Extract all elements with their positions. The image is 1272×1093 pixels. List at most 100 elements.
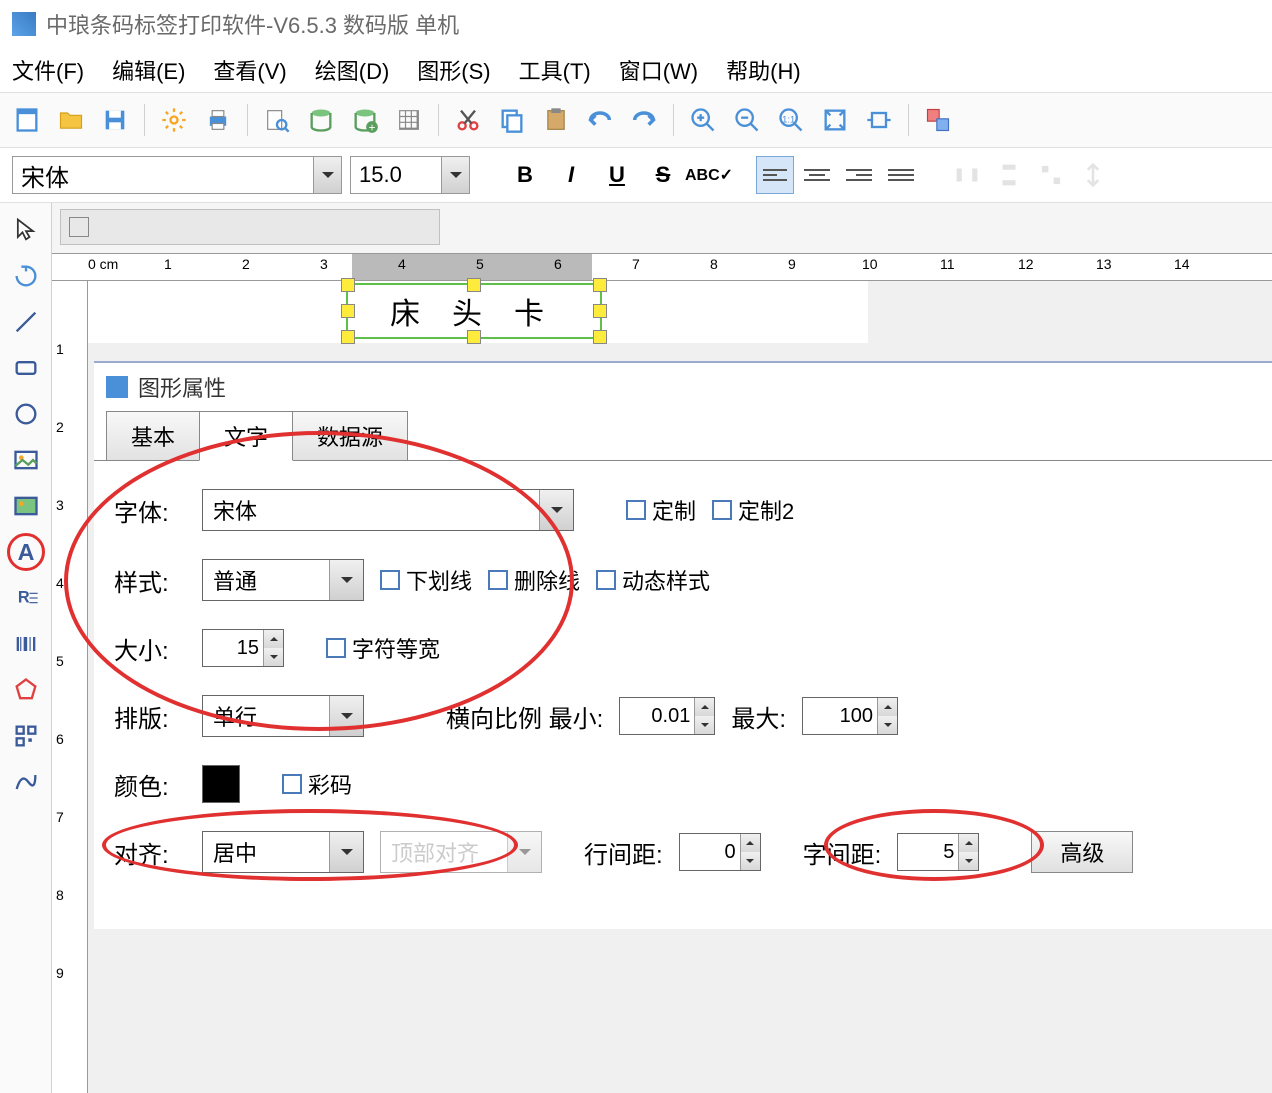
spin-up-icon[interactable]: [264, 630, 283, 648]
custom2-checkbox[interactable]: 定制2: [712, 494, 794, 526]
dropdown-arrow-icon[interactable]: [441, 157, 469, 193]
settings-button[interactable]: [155, 101, 193, 139]
fit-screen-button[interactable]: [816, 101, 854, 139]
preview-button[interactable]: [258, 101, 296, 139]
resize-handle-bl[interactable]: [341, 330, 355, 344]
rect-tool[interactable]: [7, 349, 45, 387]
resize-handle-tm[interactable]: [467, 278, 481, 292]
properties-dialog: 图形属性 基本 文字 数据源 字体: 宋体: [94, 361, 1272, 929]
align-right-button[interactable]: [840, 156, 878, 194]
menu-view[interactable]: 查看(V): [213, 54, 286, 86]
qrcode-tool[interactable]: [7, 717, 45, 755]
tab-datasource[interactable]: 数据源: [292, 411, 408, 461]
polygon-tool[interactable]: [7, 671, 45, 709]
new-doc-button[interactable]: [8, 101, 46, 139]
line-tool[interactable]: [7, 303, 45, 341]
resize-handle-br[interactable]: [593, 330, 607, 344]
image-tool[interactable]: [7, 441, 45, 479]
align-combo[interactable]: 居中: [202, 831, 364, 873]
spin-down-icon[interactable]: [878, 716, 897, 734]
resize-handle-mr[interactable]: [593, 304, 607, 318]
menu-window[interactable]: 窗口(W): [619, 54, 698, 86]
line-spacing-spinner[interactable]: [679, 833, 761, 871]
database-button[interactable]: [302, 101, 340, 139]
menu-draw[interactable]: 绘图(D): [315, 54, 390, 86]
spin-up-icon[interactable]: [959, 834, 978, 852]
color-swatch[interactable]: [202, 765, 240, 803]
align-center-button[interactable]: [798, 156, 836, 194]
print-button[interactable]: [199, 101, 237, 139]
menu-graphic[interactable]: 图形(S): [417, 54, 490, 86]
char-spacing-spinner[interactable]: [897, 833, 979, 871]
spin-up-icon[interactable]: [741, 834, 760, 852]
open-doc-button[interactable]: [52, 101, 90, 139]
resize-handle-bm[interactable]: [467, 330, 481, 344]
document-tab[interactable]: [60, 209, 440, 245]
hratio-min-spinner[interactable]: [619, 697, 715, 735]
font-size-combo[interactable]: 15.0: [350, 156, 470, 194]
spin-down-icon[interactable]: [264, 648, 283, 666]
paste-button[interactable]: [537, 101, 575, 139]
save-doc-button[interactable]: [96, 101, 134, 139]
align-justify-button[interactable]: [882, 156, 920, 194]
barcode-tool[interactable]: [7, 625, 45, 663]
italic-button[interactable]: I: [552, 156, 590, 194]
spellcheck-button[interactable]: ABC✓: [690, 156, 728, 194]
grid-button[interactable]: [390, 101, 428, 139]
resize-handle-ml[interactable]: [341, 304, 355, 318]
size-spinner[interactable]: [202, 629, 284, 667]
cut-button[interactable]: [449, 101, 487, 139]
custom1-checkbox[interactable]: 定制: [626, 494, 696, 526]
undo-button[interactable]: [581, 101, 619, 139]
spin-down-icon[interactable]: [959, 852, 978, 870]
bold-button[interactable]: B: [506, 156, 544, 194]
dropdown-arrow-icon[interactable]: [329, 832, 363, 872]
dropdown-arrow-icon[interactable]: [539, 490, 573, 530]
zoom-reset-button[interactable]: 1:1: [772, 101, 810, 139]
font-name-combo[interactable]: 宋体: [12, 156, 342, 194]
underline-button[interactable]: U: [598, 156, 636, 194]
spin-down-icon[interactable]: [741, 852, 760, 870]
tab-basic[interactable]: 基本: [106, 411, 200, 461]
font-combo[interactable]: 宋体: [202, 489, 574, 531]
dynamic-style-checkbox[interactable]: 动态样式: [596, 564, 710, 596]
tab-text[interactable]: 文字: [199, 411, 293, 461]
picture-tool[interactable]: [7, 487, 45, 525]
monospace-checkbox[interactable]: 字符等宽: [326, 632, 440, 664]
dropdown-arrow-icon[interactable]: [313, 157, 341, 193]
zoom-out-button[interactable]: [728, 101, 766, 139]
text-object[interactable]: 床头卡: [346, 283, 602, 339]
rotate-tool[interactable]: [7, 257, 45, 295]
hratio-max-spinner[interactable]: [802, 697, 898, 735]
spin-up-icon[interactable]: [695, 698, 714, 716]
advanced-button[interactable]: 高级: [1031, 831, 1133, 873]
align-left-button[interactable]: [756, 156, 794, 194]
layout-combo[interactable]: 单行: [202, 695, 364, 737]
resize-handle-tl[interactable]: [341, 278, 355, 292]
menu-tool[interactable]: 工具(T): [519, 54, 591, 86]
ellipse-tool[interactable]: [7, 395, 45, 433]
group-button[interactable]: [919, 101, 957, 139]
resize-handle-tr[interactable]: [593, 278, 607, 292]
curve-tool[interactable]: [7, 763, 45, 801]
menu-edit[interactable]: 编辑(E): [112, 54, 185, 86]
fit-width-button[interactable]: [860, 101, 898, 139]
database-add-button[interactable]: +: [346, 101, 384, 139]
style-combo[interactable]: 普通: [202, 559, 364, 601]
dropdown-arrow-icon[interactable]: [329, 560, 363, 600]
underline-checkbox[interactable]: 下划线: [380, 564, 472, 596]
colorcode-checkbox[interactable]: 彩码: [282, 768, 352, 800]
text-tool[interactable]: A: [7, 533, 45, 571]
redo-button[interactable]: [625, 101, 663, 139]
richtext-tool[interactable]: R: [7, 579, 45, 617]
copy-button[interactable]: [493, 101, 531, 139]
select-tool[interactable]: [7, 211, 45, 249]
menu-help[interactable]: 帮助(H): [726, 54, 801, 86]
spin-up-icon[interactable]: [878, 698, 897, 716]
strike-checkbox[interactable]: 删除线: [488, 564, 580, 596]
zoom-in-button[interactable]: [684, 101, 722, 139]
spin-down-icon[interactable]: [695, 716, 714, 734]
dropdown-arrow-icon[interactable]: [329, 696, 363, 736]
menu-file[interactable]: 文件(F): [12, 54, 84, 86]
strike-button[interactable]: S: [644, 156, 682, 194]
